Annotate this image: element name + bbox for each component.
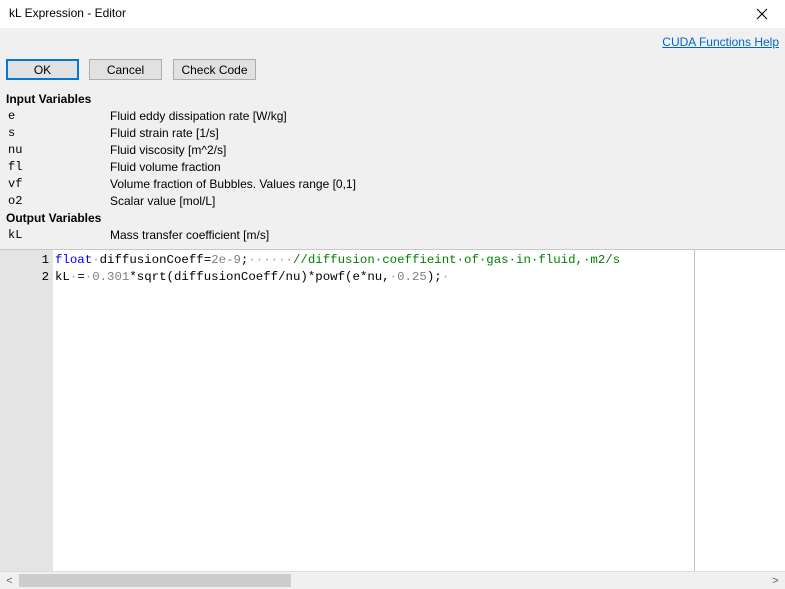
input-variables-heading: Input Variables	[6, 92, 92, 106]
close-button[interactable]	[739, 0, 785, 28]
number-token: 0.301	[92, 270, 130, 284]
title-bar: kL Expression - Editor	[0, 0, 785, 28]
variable-row: kL Mass transfer coefficient [m/s]	[0, 227, 785, 244]
code-text[interactable]: float·diffusionCoeff=2e-9;······//diffus…	[55, 253, 620, 267]
cuda-functions-help-link[interactable]: CUDA Functions Help	[662, 35, 779, 49]
code-token: *sqrt(diffusionCoeff/nu)*powf(e*nu,	[129, 270, 390, 284]
variable-name: fl	[8, 160, 23, 174]
variable-row: nu Fluid viscosity [m^2/s]	[0, 142, 785, 159]
line-number: 1	[41, 253, 49, 267]
ok-button[interactable]: OK	[6, 59, 79, 80]
number-token: 2e-9	[211, 253, 241, 267]
variable-name: s	[8, 126, 16, 140]
variable-name: e	[8, 109, 16, 123]
scrollbar-thumb[interactable]	[19, 574, 291, 587]
variable-row: o2 Scalar value [mol/L]	[0, 193, 785, 210]
keyword-token: float	[55, 253, 93, 267]
cancel-button[interactable]: Cancel	[89, 59, 162, 80]
edge-guide-line	[694, 250, 695, 572]
variable-row: fl Fluid volume fraction	[0, 159, 785, 176]
variable-description: Volume fraction of Bubbles. Values range…	[110, 177, 356, 191]
code-editor[interactable]: 1 float·diffusionCoeff=2e-9;······//diff…	[0, 249, 785, 572]
variable-description: Mass transfer coefficient [m/s]	[110, 228, 270, 242]
scroll-left-arrow-icon[interactable]: <	[1, 573, 18, 589]
code-token: diffusionCoeff=	[99, 253, 212, 267]
variable-name: o2	[8, 194, 23, 208]
whitespace-marker: ······	[248, 253, 293, 267]
comment-token: //diffusion·coeffieint·of·gas·in·fluid,·…	[292, 253, 621, 267]
number-token: 0.25	[397, 270, 427, 284]
window-title: kL Expression - Editor	[9, 6, 126, 20]
code-token: kL	[55, 270, 70, 284]
horizontal-scrollbar[interactable]: < >	[0, 571, 785, 589]
variable-name: kL	[8, 228, 23, 242]
variable-name: vf	[8, 177, 23, 191]
close-icon	[756, 8, 768, 20]
code-line[interactable]: 1 float·diffusionCoeff=2e-9;······//diff…	[0, 251, 700, 268]
variable-description: Scalar value [mol/L]	[110, 194, 216, 208]
variable-description: Fluid volume fraction	[110, 160, 221, 174]
variable-row: e Fluid eddy dissipation rate [W/kg]	[0, 108, 785, 125]
code-line[interactable]: 2 kL · = · 0.301*sqrt(diffusionCoeff/nu)*pow…	[0, 268, 700, 285]
variable-row: vf Volume fraction of Bubbles. Values ra…	[0, 176, 785, 193]
output-variables-heading: Output Variables	[6, 211, 102, 225]
whitespace-marker: ·	[389, 270, 398, 284]
scroll-right-arrow-icon[interactable]: >	[767, 573, 784, 589]
line-number: 2	[41, 270, 49, 284]
whitespace-marker: ·	[441, 270, 450, 284]
code-token: );	[426, 270, 442, 284]
variable-name: nu	[8, 143, 23, 157]
code-text[interactable]: kL · = · 0.301*sqrt(diffusionCoeff/nu)*powf(…	[55, 270, 449, 284]
variable-row: s Fluid strain rate [1/s]	[0, 125, 785, 142]
check-code-button[interactable]: Check Code	[173, 59, 256, 80]
variable-description: Fluid strain rate [1/s]	[110, 126, 219, 140]
variable-description: Fluid eddy dissipation rate [W/kg]	[110, 109, 287, 123]
code-token: =	[77, 270, 85, 284]
variable-description: Fluid viscosity [m^2/s]	[110, 143, 227, 157]
whitespace-marker: ·	[92, 253, 100, 267]
